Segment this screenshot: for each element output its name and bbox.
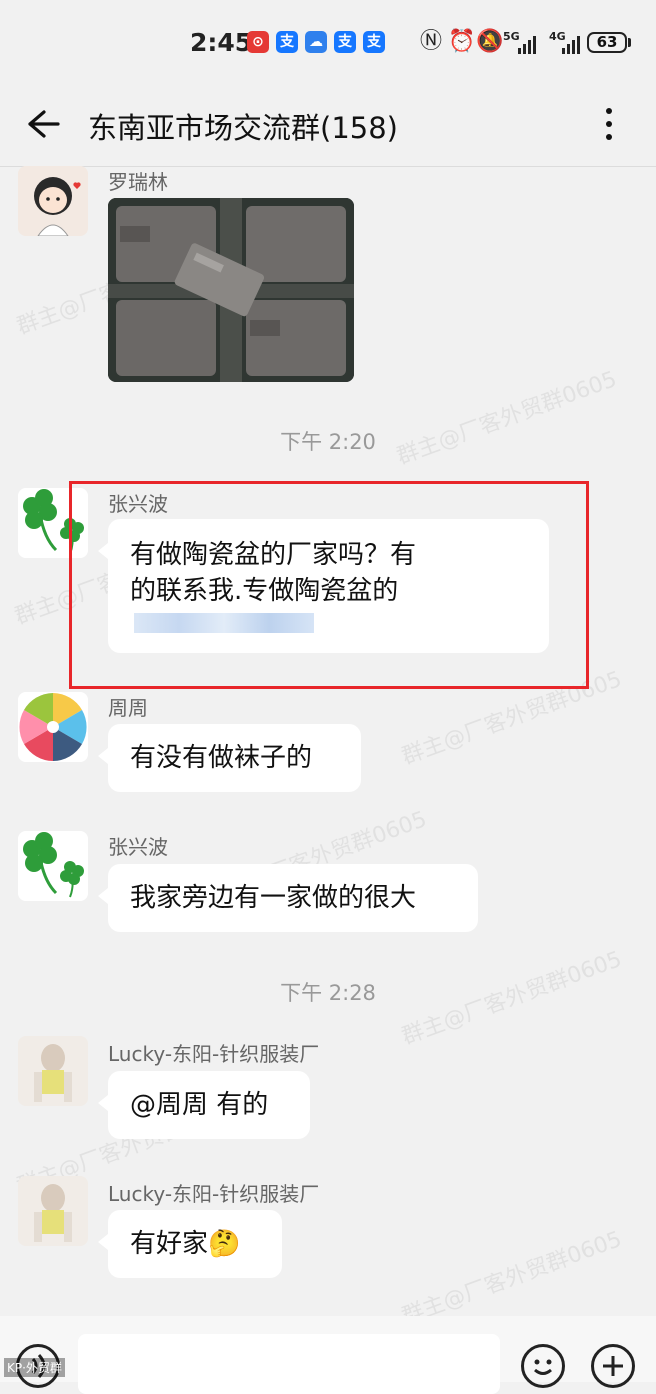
more-vertical-icon[interactable] [592,104,626,144]
cloud-icon: ☁ [305,31,327,53]
message-bubble[interactable]: 有好家🤔 [98,1210,282,1278]
smiley-icon[interactable] [521,1344,565,1388]
plus-icon[interactable] [591,1344,635,1388]
alipay-icon: 支 [363,31,385,53]
message-input[interactable] [78,1334,500,1394]
avatar[interactable] [18,692,88,762]
chat-title: 东南亚市场交流群(158) [88,111,398,145]
message-bubble[interactable]: 我家旁边有一家做的很大 [98,864,478,932]
nfc-icon: Ⓝ [420,29,443,54]
message-bubble[interactable]: @周周 有的 [98,1071,310,1139]
sender-name: Lucky-东阳-针织服装厂 [108,1042,320,1066]
status-bar: 2:45 ⊙ 支 ☁ 支 支 Ⓝ ⏰ 🔕 5G 4G 63 [0,0,656,86]
signal-icon [562,32,584,54]
image-message[interactable] [108,198,354,382]
chat-header: 东南亚市场交流群(158) [0,86,656,167]
thinking-emoji-icon: 🤔 [208,1229,241,1259]
product-photo [108,198,354,382]
sender-name: Lucky-东阳-针织服装厂 [108,1182,320,1206]
highlight-box [69,481,589,689]
status-time: 2:45 [190,28,253,57]
color-fan-avatar [18,692,88,762]
sender-name: 罗瑞林 [108,170,168,194]
watermark: 群主@厂客外贸群0605 [398,1226,626,1330]
alipay-icon: 支 [276,31,298,53]
avatar[interactable] [18,1036,88,1106]
battery-level: 63 [596,33,618,51]
message-bubble[interactable]: 有没有做袜子的 [98,724,361,792]
sender-name: 周周 [108,696,148,720]
signal-icon [518,32,542,54]
blurred-avatar [18,1176,88,1246]
sender-name: 张兴波 [108,835,168,859]
battery-icon: 63 [587,32,627,53]
alarm-icon: ⏰ [448,29,476,54]
input-bar [0,1316,656,1394]
mute-icon: 🔕 [476,29,504,54]
avatar[interactable] [18,1176,88,1246]
time-separator: 下午 2:28 [280,981,376,1005]
avatar[interactable] [18,166,88,236]
message-text: 有好家 [130,1229,209,1259]
corner-tag: KP·外贸群 [4,1358,65,1377]
blurred-avatar [18,1036,88,1106]
cartoon-girl-avatar [18,166,88,236]
battery-cap [628,38,631,47]
red-app-icon: ⊙ [247,31,269,53]
clover-avatar [18,831,88,901]
time-separator: 下午 2:20 [280,430,376,454]
alipay-icon: 支 [334,31,356,53]
arrow-left-icon[interactable] [22,104,62,144]
avatar[interactable] [18,831,88,901]
